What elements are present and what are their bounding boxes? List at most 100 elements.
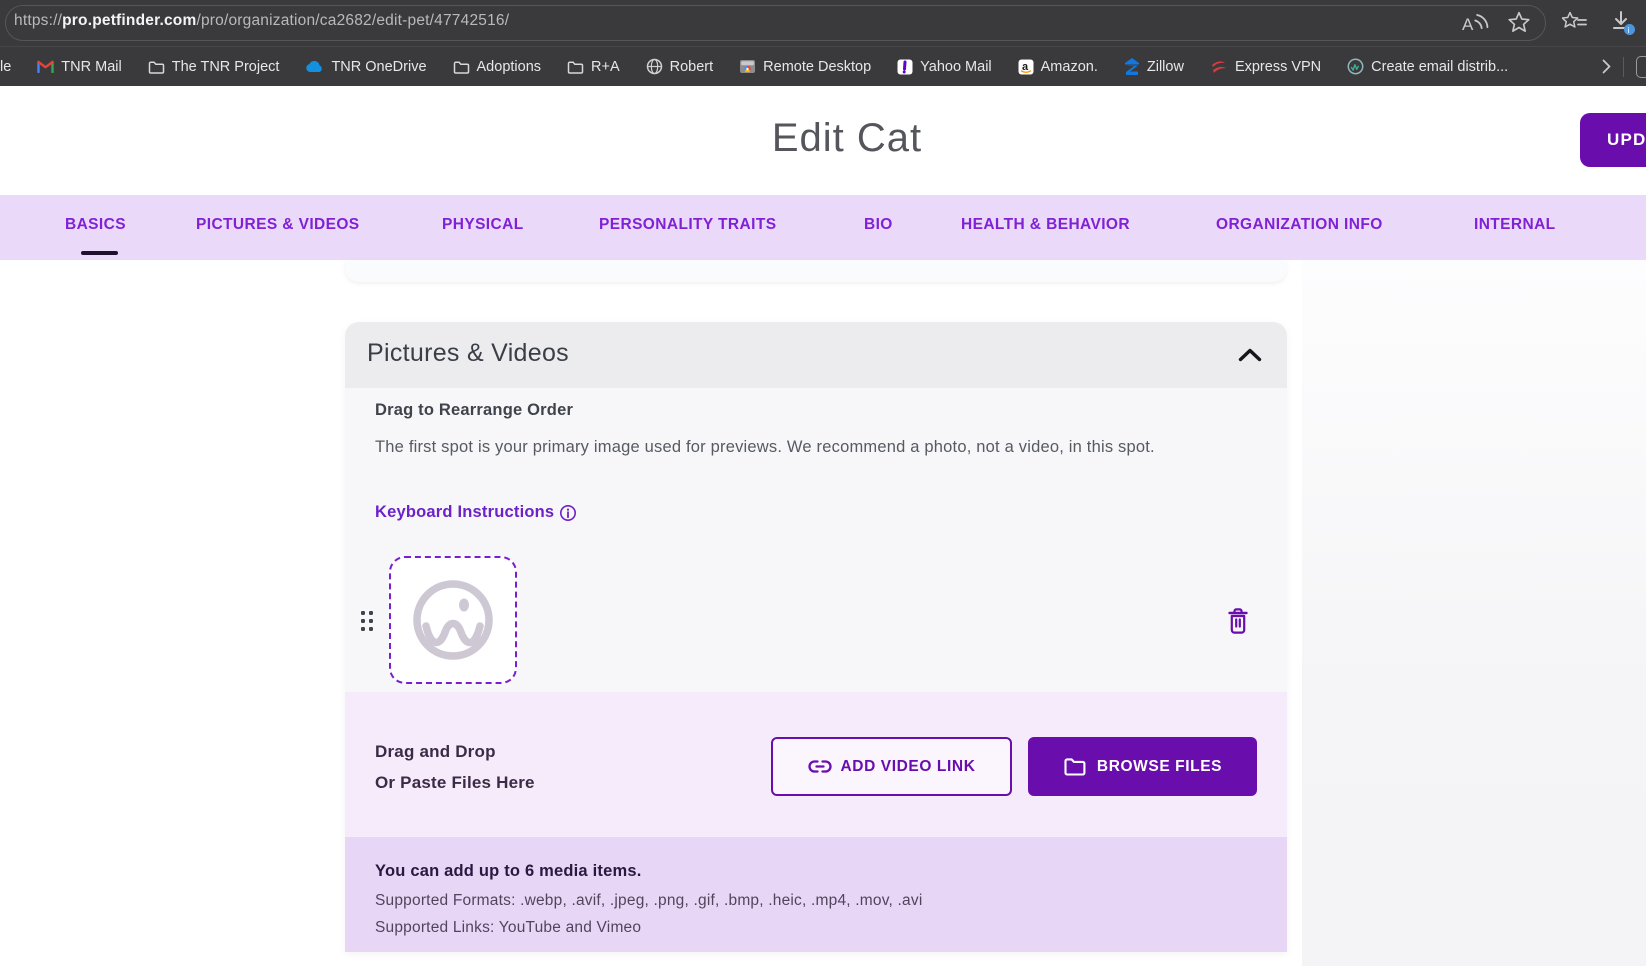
drag-drop-line1: Drag and Drop — [375, 736, 535, 767]
onedrive-icon — [305, 60, 324, 73]
add-video-link-label: ADD VIDEO LINK — [841, 758, 976, 776]
bookmark-item-adoptions[interactable]: Adoptions — [453, 59, 542, 75]
tab-internal[interactable]: INTERNAL — [1474, 216, 1556, 234]
supported-formats-text: Supported Formats: .webp, .avif, .jpeg, … — [375, 892, 922, 910]
rearrange-description: The first spot is your primary image use… — [375, 432, 1205, 462]
bookmark-label: Express VPN — [1235, 59, 1321, 75]
favorites-bar-icon[interactable] — [1562, 11, 1588, 33]
remote-desktop-icon — [739, 59, 756, 74]
url-path: /pro/organization/ca2682/edit-pet/477425… — [196, 12, 509, 29]
tab-health-behavior[interactable]: HEALTH & BEHAVIOR — [961, 216, 1130, 234]
favorite-star-icon[interactable] — [1508, 11, 1530, 33]
section-header: Pictures & Videos — [345, 322, 1287, 388]
page-content: Pictures & Videos Drag to Rearrange Orde… — [0, 260, 1646, 966]
media-manager-body: Drag to Rearrange Order The first spot i… — [345, 388, 1287, 692]
wave-circle-icon — [1347, 58, 1364, 75]
bookmark-label: TNR Mail — [61, 59, 121, 75]
pictures-videos-card: Pictures & Videos Drag to Rearrange Orde… — [345, 322, 1287, 952]
bookmark-item-tnr-onedrive[interactable]: TNR OneDrive — [305, 59, 426, 75]
bookmark-label: TNR OneDrive — [331, 59, 426, 75]
media-placeholder-tile[interactable] — [389, 556, 517, 684]
amazon-icon: a — [1018, 59, 1034, 75]
folder-icon — [148, 60, 165, 74]
yahoo-icon — [897, 59, 913, 75]
tab-pictures-videos[interactable]: PICTURES & VIDEOS — [196, 216, 360, 234]
bookmark-label: Create email distrib... — [1371, 59, 1508, 75]
bookmark-label: Remote Desktop — [763, 59, 871, 75]
collapse-section-button[interactable] — [1238, 348, 1262, 362]
update-button[interactable]: UPD — [1580, 113, 1646, 167]
url-domain: pro.petfinder.com — [62, 12, 196, 29]
bookmarks-bar-end — [1602, 56, 1646, 78]
svg-text:i: i — [1628, 26, 1630, 35]
media-limits-infobox: You can add up to 6 media items. Support… — [345, 837, 1287, 952]
download-icon[interactable]: i — [1608, 8, 1638, 38]
read-aloud-icon[interactable]: A — [1460, 11, 1494, 35]
rearrange-heading: Drag to Rearrange Order — [375, 401, 573, 420]
bookmark-item-r-a[interactable]: R+A — [567, 59, 620, 75]
supported-links-text: Supported Links: YouTube and Vimeo — [375, 919, 641, 937]
bookmark-label: Zillow — [1147, 59, 1184, 75]
page-title: Edit Cat — [0, 116, 1646, 161]
drag-drop-label: Drag and Drop Or Paste Files Here — [375, 736, 535, 798]
delete-media-button[interactable] — [1226, 608, 1250, 635]
content-right-gutter — [1302, 260, 1646, 966]
bookmarks-divider — [1623, 57, 1624, 77]
bookmark-label: Amazon. — [1041, 59, 1098, 75]
svg-text:A: A — [1462, 15, 1474, 34]
tab-basics[interactable]: BASICS — [65, 216, 126, 234]
trash-icon — [1226, 608, 1250, 635]
bookmark-item-tnr-project[interactable]: The TNR Project — [148, 59, 280, 75]
gmail-icon — [37, 60, 54, 73]
info-icon — [559, 504, 577, 522]
folder-icon — [567, 60, 584, 74]
keyboard-instructions-link[interactable]: Keyboard Instructions — [375, 503, 577, 522]
bookmark-item-yahoo-mail[interactable]: Yahoo Mail — [897, 59, 991, 75]
tab-organization-info[interactable]: ORGANIZATION INFO — [1216, 216, 1383, 234]
link-icon — [808, 760, 832, 773]
keyboard-instructions-label: Keyboard Instructions — [375, 503, 554, 522]
bookmark-item-amazon[interactable]: a Amazon. — [1018, 59, 1098, 75]
bookmark-item-create-email[interactable]: Create email distrib... — [1347, 58, 1508, 75]
bookmarks-bar: le TNR Mail The TNR Project TNR OneDrive… — [0, 46, 1646, 86]
tab-physical[interactable]: PHYSICAL — [442, 216, 524, 234]
drag-handle[interactable] — [361, 611, 375, 633]
bookmark-item-zillow[interactable]: Zillow — [1124, 58, 1184, 75]
add-video-link-button[interactable]: ADD VIDEO LINK — [771, 737, 1012, 796]
active-tab-underline — [81, 251, 118, 255]
globe-icon — [646, 58, 663, 75]
media-limit-heading: You can add up to 6 media items. — [375, 862, 641, 881]
bookmark-label: Robert — [670, 59, 714, 75]
bookmark-item-robert[interactable]: Robert — [646, 58, 714, 75]
folder-icon — [453, 60, 470, 74]
browse-files-button[interactable]: BROWSE FILES — [1028, 737, 1257, 796]
folder-icon — [1063, 757, 1087, 777]
section-title: Pictures & Videos — [367, 339, 569, 368]
browse-files-label: BROWSE FILES — [1097, 758, 1222, 776]
url-toolbar: https://pro.petfinder.com/pro/organizati… — [0, 0, 1646, 46]
tab-bar: BASICS PICTURES & VIDEOS PHYSICAL PERSON… — [0, 195, 1646, 260]
other-favorites-icon[interactable] — [1636, 56, 1646, 78]
previous-section-card-bottom — [345, 260, 1287, 282]
bookmark-label: The TNR Project — [172, 59, 280, 75]
tab-bio[interactable]: BIO — [864, 216, 893, 234]
zillow-icon — [1124, 58, 1140, 75]
bookmark-label: Adoptions — [477, 59, 542, 75]
url-scheme: https:// — [14, 12, 62, 29]
bookmark-label: R+A — [591, 59, 620, 75]
bookmark-label: Yahoo Mail — [920, 59, 991, 75]
chevron-up-icon — [1238, 348, 1262, 362]
bookmark-item-express-vpn[interactable]: Express VPN — [1210, 59, 1321, 75]
bookmark-item-tnr-mail[interactable]: TNR Mail — [37, 59, 121, 75]
expressvpn-icon — [1210, 60, 1228, 74]
bookmarks-overflow-chevron-icon[interactable] — [1602, 59, 1611, 74]
page-url[interactable]: https://pro.petfinder.com/pro/organizati… — [14, 12, 509, 30]
tab-personality-traits[interactable]: PERSONALITY TRAITS — [599, 216, 776, 234]
pet-face-placeholder-icon — [403, 570, 503, 670]
browser-window: https://pro.petfinder.com/pro/organizati… — [0, 0, 1646, 966]
drag-drop-zone[interactable]: Drag and Drop Or Paste Files Here ADD VI… — [345, 692, 1287, 837]
bookmark-item-remote-desktop[interactable]: Remote Desktop — [739, 59, 871, 75]
page-header: Edit Cat UPD — [0, 86, 1646, 195]
bookmark-item-cutoff[interactable]: le — [0, 59, 11, 75]
drag-drop-line2: Or Paste Files Here — [375, 767, 535, 798]
